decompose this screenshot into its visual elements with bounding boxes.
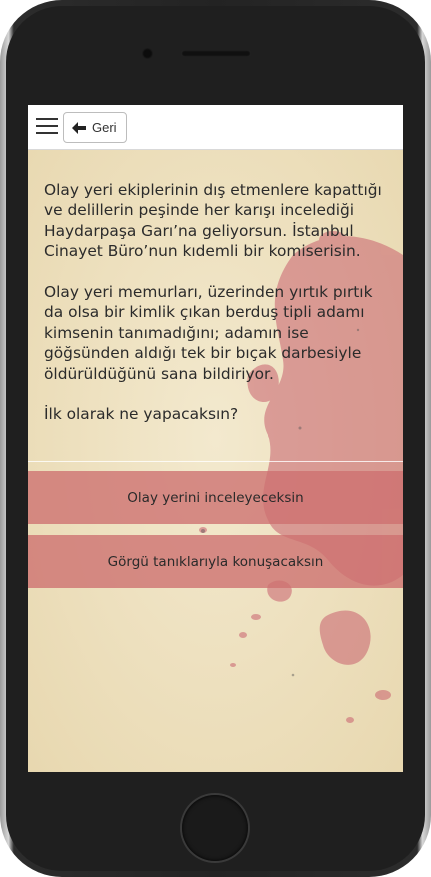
story-paragraph: Olay yeri memurları, üzerinden yırtık pı…	[44, 283, 373, 383]
front-camera	[142, 48, 153, 59]
hamburger-menu-icon-line	[36, 125, 58, 127]
phone-frame: Geri Olay yeri ekiplerinin dış etmenlere…	[0, 0, 431, 877]
choice-button-talk-witnesses[interactable]: Görgü tanıklarıyla konuşacaksın	[28, 535, 403, 588]
hamburger-menu-icon	[36, 118, 58, 120]
choice-button-inspect-scene[interactable]: Olay yerini inceleyeceksin	[28, 471, 403, 524]
arrow-left-icon	[72, 121, 86, 134]
menu-button[interactable]	[36, 118, 58, 136]
choice-label: Görgü tanıklarıyla konuşacaksın	[107, 553, 324, 570]
divider	[28, 461, 403, 462]
hamburger-menu-icon-line	[36, 132, 58, 134]
top-toolbar: Geri	[28, 105, 403, 150]
earpiece-speaker	[181, 50, 251, 57]
story-paragraph: Olay yeri ekiplerinin dış etmenlere kapa…	[44, 181, 382, 261]
back-button[interactable]: Geri	[63, 112, 127, 143]
app-screen: Geri Olay yeri ekiplerinin dış etmenlere…	[28, 105, 403, 772]
choice-label: Olay yerini inceleyeceksin	[127, 489, 304, 506]
story-text: Olay yeri ekiplerinin dış etmenlere kapa…	[44, 180, 389, 425]
back-button-label: Geri	[92, 120, 117, 135]
story-question: İlk olarak ne yapacaksın?	[44, 405, 239, 424]
home-button[interactable]	[182, 795, 248, 861]
